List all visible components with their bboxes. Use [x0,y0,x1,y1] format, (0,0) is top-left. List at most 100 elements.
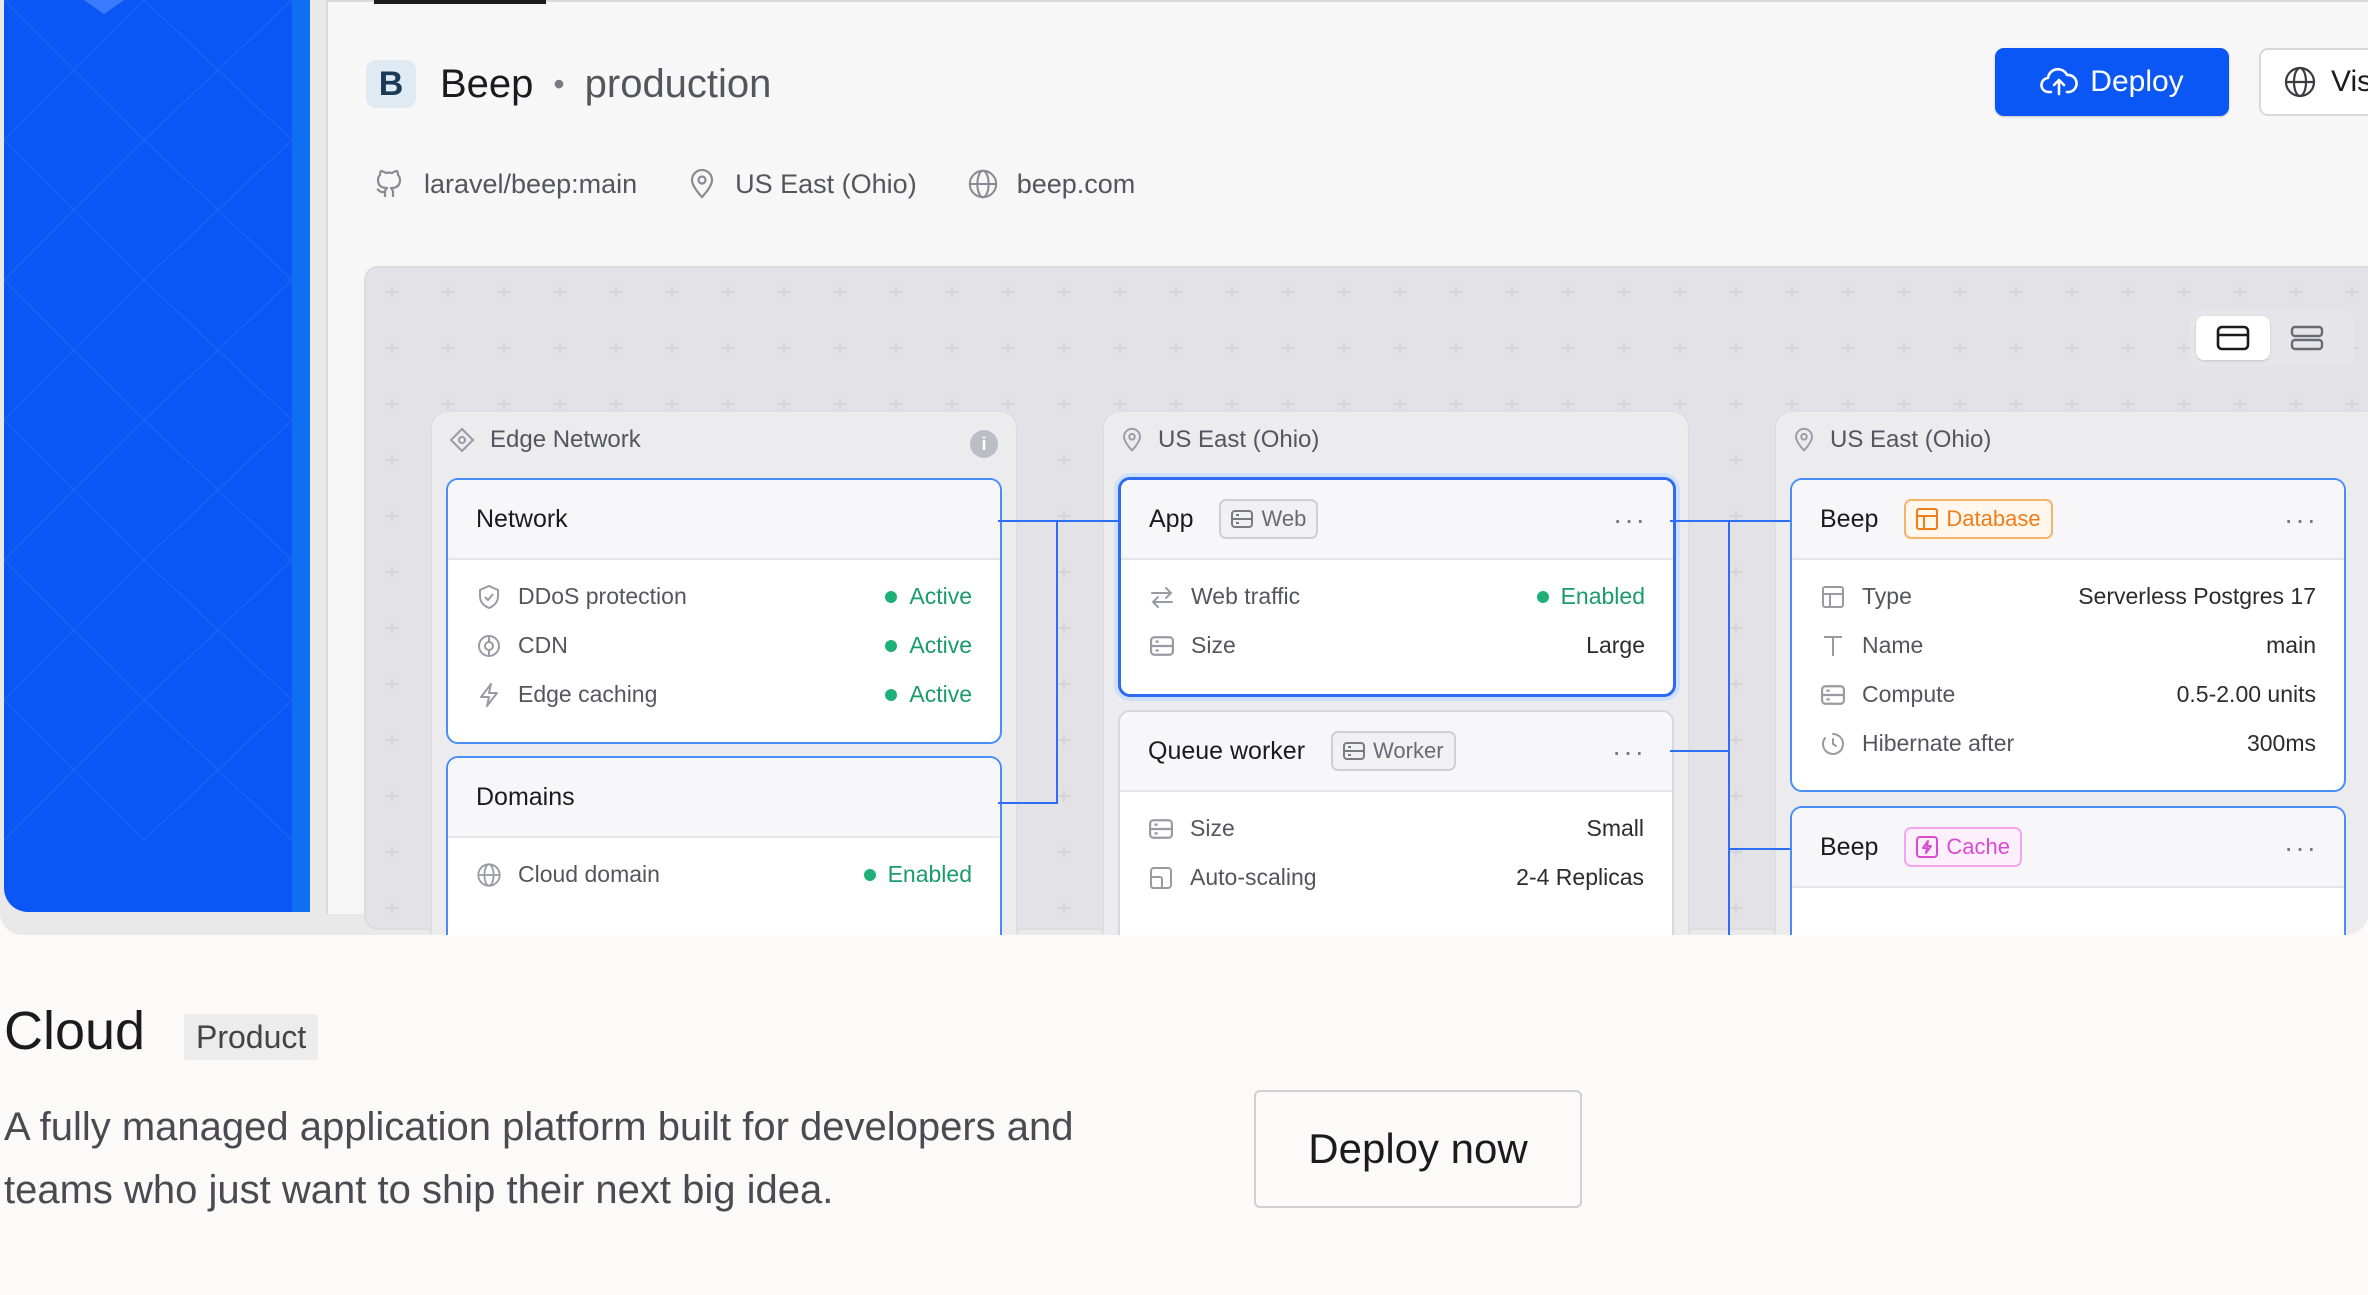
server-icon [1149,818,1173,839]
cdn-icon [478,634,500,657]
product-badge: Product [184,1014,319,1060]
bolt-icon [480,682,498,707]
status-text: Active [909,632,972,658]
repo-name: laravel/beep:main [424,168,638,199]
status-dot [885,639,898,652]
worker-row: Size Small [1148,804,1644,853]
queue-worker-card-title: Queue worker [1148,736,1306,765]
network-row: CDN Active [476,621,972,670]
connector-line [1728,520,1730,935]
region-info: US East (Ohio) [687,168,917,200]
product-preview: B Beep • production Deploy Vis laravel/b… [0,0,2368,935]
environment-title: B Beep • production [366,56,771,112]
github-icon [376,169,402,197]
app-menu-button[interactable]: ··· [1613,504,1647,536]
deploy-button[interactable]: Deploy [1995,48,2229,116]
app-row: Size Large [1149,621,1645,670]
edge-network-label: Edge Network [448,426,641,454]
globe-icon [477,862,501,887]
network-row: Edge caching Active [476,670,972,719]
environment-meta: laravel/beep:main US East (Ohio) beep.co… [372,162,1185,206]
globe-icon [968,169,997,199]
app-row: Web traffic Enabled [1149,572,1645,621]
globe-icon [2284,66,2316,98]
table-icon [1822,585,1844,608]
repo-link[interactable]: laravel/beep:main [372,167,637,201]
visit-button-label: Vis [2331,65,2368,98]
database-tag: Database [1904,499,2053,539]
network-card-title: Network [476,504,568,533]
map-pin-icon [691,168,714,199]
connector-line [1728,848,1790,850]
database-row: Hibernate after 300ms [1820,719,2316,768]
connector-line [998,520,1058,522]
card-view-icon [2216,325,2250,351]
status-text: Enabled [1560,583,1645,609]
domain-link[interactable]: beep.com [967,168,1136,200]
active-tab-indicator [374,0,546,4]
compute-region-label: US East (Ohio) [1120,426,1319,454]
product-description: A fully managed application platform bui… [4,1105,1074,1212]
list-view-button[interactable] [2270,316,2344,360]
connector-line [1670,750,1730,752]
database-row: Compute 0.5-2.00 units [1820,670,2316,719]
network-row: DDoS protection Active [476,572,972,621]
environment-name[interactable]: production [585,62,772,107]
view-toggle [2190,310,2354,366]
database-row: Name main [1820,621,2316,670]
queue-worker-card[interactable]: Queue worker Worker ··· Size Small Auto-… [1118,710,1674,935]
cache-card-title: Beep [1820,832,1879,861]
cache-menu-button[interactable]: ··· [2284,832,2318,864]
server-icon [1821,684,1845,705]
database-card-title: Beep [1820,504,1879,533]
connector-line [998,802,1058,804]
server-icon [1343,742,1366,760]
worker-menu-button[interactable]: ··· [1612,736,1646,768]
status-text: Active [909,681,972,707]
map-pin-icon [1795,427,1813,452]
decorative-blue-band [4,0,292,912]
list-view-icon [2290,325,2324,351]
domains-card[interactable]: Domains Cloud domain Enabled [446,756,1002,935]
server-icon [1231,510,1254,528]
cache-card[interactable]: Beep Cache ··· [1790,806,2346,935]
scale-icon [1150,866,1172,889]
worker-row: Auto-scaling 2-4 Replicas [1148,853,1644,902]
visit-button[interactable]: Vis [2259,48,2368,116]
domains-row: Cloud domain Enabled [476,850,972,899]
network-card[interactable]: Network DDoS protection Active CDN Activ… [446,478,1002,744]
page: B Beep • production Deploy Vis laravel/b… [0,0,2368,1295]
deploy-button-label: Deploy [2090,65,2184,98]
table-icon [1916,508,1939,530]
status-text: Active [909,583,972,609]
text-icon [1824,635,1842,656]
web-tag: Web [1219,499,1319,539]
card-view-button[interactable] [2196,316,2270,360]
database-card[interactable]: Beep Database ··· Type Serverless Postgr… [1790,478,2346,792]
deploy-now-button[interactable]: Deploy now [1254,1090,1582,1208]
connector-line [1056,520,1058,804]
data-region-label: US East (Ohio) [1792,426,1991,454]
database-menu-button[interactable]: ··· [2284,504,2318,536]
domain-name: beep.com [1016,168,1136,199]
app-logo: B [366,60,416,108]
region-name: US East (Ohio) [735,168,917,199]
decorative-blue-edge [292,0,310,912]
status-text: Enabled [887,861,972,887]
status-dot [1536,590,1549,603]
status-dot [863,868,876,881]
map-pin-icon [1123,427,1141,452]
status-dot [885,590,898,603]
cloud-upload-icon [2040,67,2079,96]
cache-bolt-icon [1916,836,1939,858]
product-title: Cloud [4,1001,146,1061]
shield-icon [479,584,499,609]
domains-card-title: Domains [476,782,575,811]
connector-line [1056,520,1120,522]
database-row: Type Serverless Postgres 17 [1820,572,2316,621]
app-card[interactable]: App Web ··· Web traffic Enabled Size Lar… [1118,477,1676,697]
title-separator: • [553,65,565,102]
info-icon[interactable]: i [970,430,998,458]
timer-icon [1822,732,1844,755]
app-name[interactable]: Beep [440,62,533,107]
